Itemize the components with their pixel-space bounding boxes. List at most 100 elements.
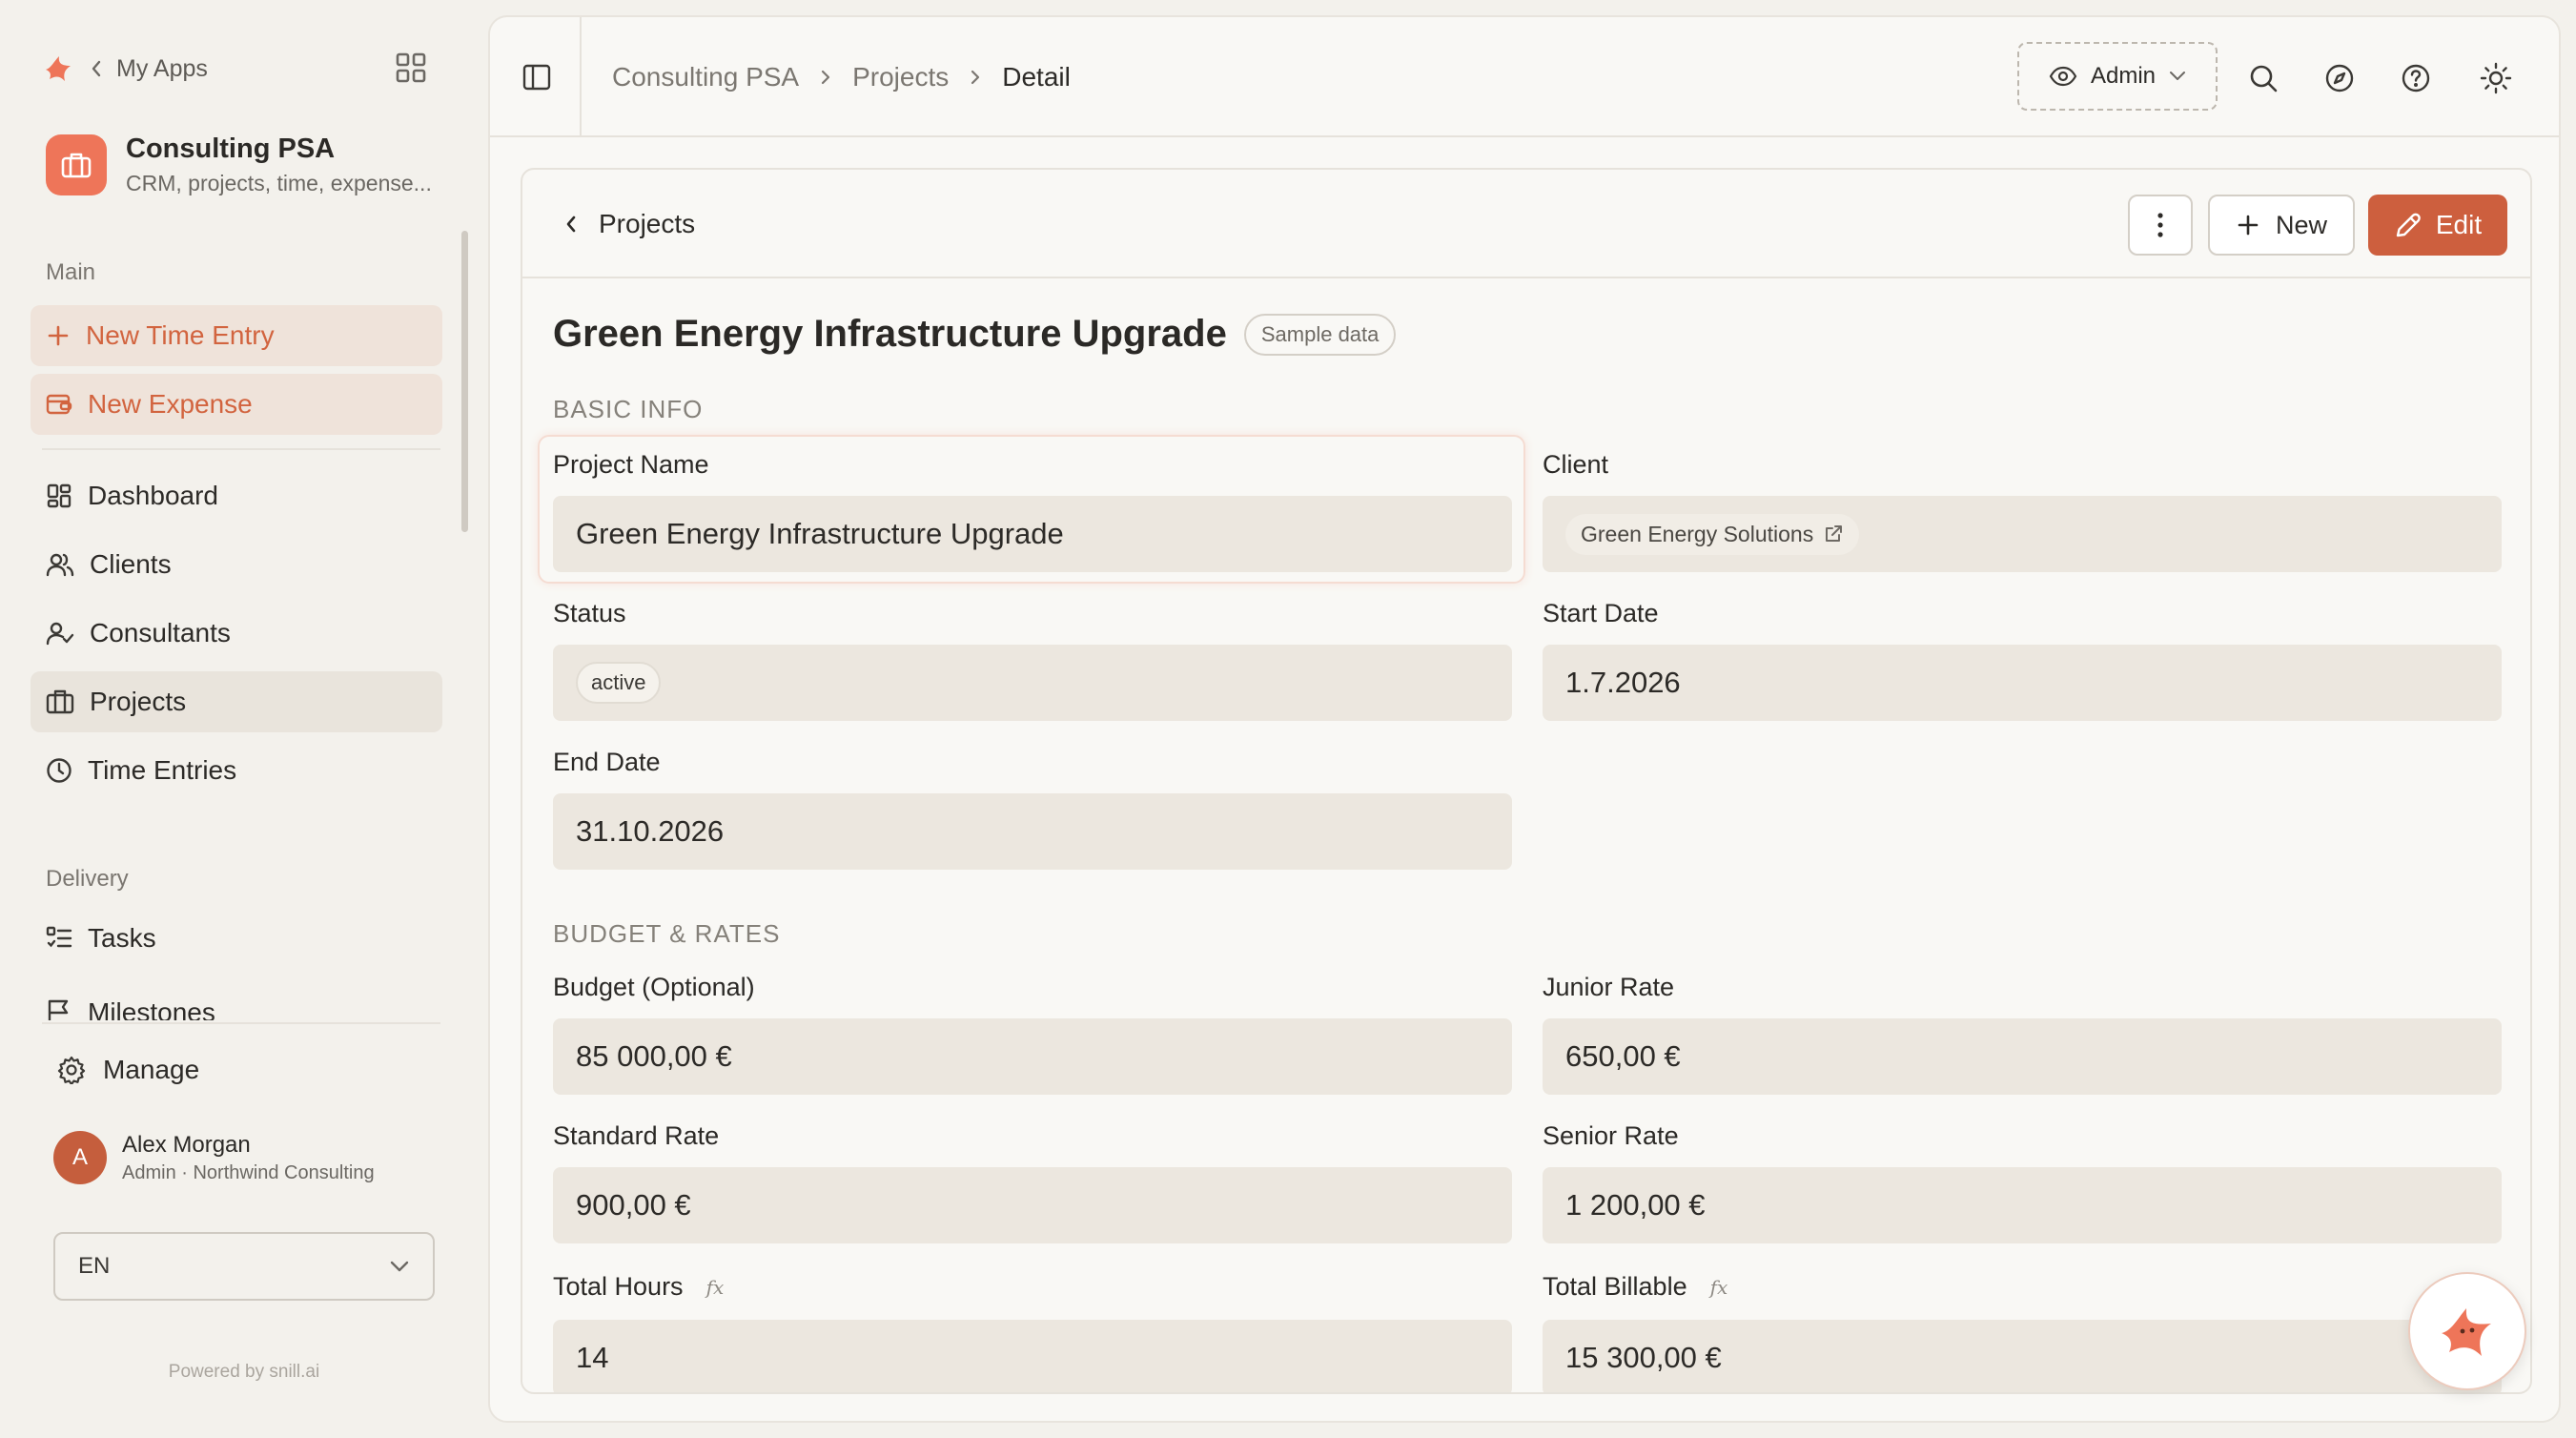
sidebar-scrollbar[interactable] (461, 231, 468, 532)
chevron-left-icon (90, 59, 103, 78)
budget-value: 85 000,00 € (576, 1039, 732, 1073)
breadcrumb-current: Detail (1002, 62, 1071, 92)
help-icon[interactable] (2397, 59, 2435, 97)
total-billable-value: 15 300,00 € (1565, 1341, 1722, 1374)
end-date-field[interactable]: 31.10.2026 (553, 793, 1512, 870)
plus-icon (46, 323, 71, 348)
client-link[interactable]: Green Energy Solutions (1565, 513, 1860, 555)
total-billable-label-row: Total Billable fx (1543, 1272, 1728, 1302)
more-options-button[interactable] (2128, 195, 2193, 256)
user-profile[interactable]: A Alex Morgan Admin · Northwind Consulti… (53, 1131, 375, 1184)
plus-icon (2236, 213, 2260, 237)
chevron-right-icon (970, 68, 981, 87)
sidebar-item-tasks[interactable]: Tasks (31, 908, 442, 969)
new-button[interactable]: New (2208, 195, 2355, 256)
project-name-label: Project Name (553, 450, 709, 479)
project-detail-card: Projects New Edit Green Energy Infrastru… (521, 168, 2532, 1394)
sidebar-divider (42, 1022, 440, 1024)
app-description: CRM, projects, time, expense... (126, 171, 432, 195)
sidebar-item-time-entries[interactable]: Time Entries (31, 740, 442, 801)
standard-rate-label: Standard Rate (553, 1121, 720, 1150)
standard-rate-field[interactable]: 900,00 € (553, 1167, 1512, 1243)
status-field[interactable]: active (553, 645, 1512, 721)
sidebar-item-dashboard[interactable]: Dashboard (31, 465, 442, 526)
grid-icon[interactable] (395, 51, 427, 84)
role-switcher-button[interactable]: Admin (2017, 42, 2218, 111)
title-row: Green Energy Infrastructure Upgrade Samp… (553, 313, 1397, 356)
back-label: Projects (599, 209, 696, 238)
section-main-label: Main (46, 259, 96, 285)
budget-field[interactable]: 85 000,00 € (553, 1018, 1512, 1095)
breadcrumb-app[interactable]: Consulting PSA (612, 62, 799, 92)
budget-label: Budget (Optional) (553, 973, 755, 1001)
chevron-right-icon (820, 68, 831, 87)
chevron-down-icon (2169, 71, 2186, 82)
chevron-down-icon (389, 1260, 410, 1273)
assistant-button[interactable] (2408, 1272, 2526, 1390)
senior-rate-value: 1 200,00 € (1565, 1188, 1706, 1222)
toolbar-divider (580, 17, 582, 137)
breadcrumb-projects[interactable]: Projects (852, 62, 949, 92)
main-panel: Consulting PSA Projects Detail Admin Pro… (488, 15, 2561, 1423)
total-hours-label-row: Total Hours fx (553, 1272, 724, 1302)
section-delivery-label: Delivery (46, 866, 129, 892)
total-hours-field: 14 (553, 1320, 1512, 1392)
my-apps-label: My Apps (116, 54, 208, 82)
edit-label: Edit (2435, 210, 2483, 239)
client-field[interactable]: Green Energy Solutions (1543, 496, 2502, 572)
sidebar-item-label: Time Entries (88, 755, 237, 785)
sun-icon[interactable] (2477, 59, 2515, 97)
status-label: Status (553, 599, 626, 627)
status-badge: active (576, 662, 662, 704)
snill-logo-icon (42, 54, 76, 83)
search-icon[interactable] (2244, 59, 2282, 97)
manage-label: Manage (103, 1055, 200, 1084)
project-name-value: Green Energy Infrastructure Upgrade (576, 517, 1064, 550)
new-time-entry-button[interactable]: New Time Entry (31, 305, 442, 366)
manage-button[interactable]: Manage (57, 1049, 199, 1091)
junior-rate-field[interactable]: 650,00 € (1543, 1018, 2502, 1095)
junior-rate-value: 650,00 € (1565, 1039, 1681, 1073)
user-role: Admin · Northwind Consulting (122, 1161, 375, 1183)
new-label: New (2275, 210, 2327, 239)
clock-icon (46, 757, 72, 784)
start-date-label: Start Date (1543, 599, 1659, 627)
my-apps-link[interactable]: My Apps (42, 48, 208, 90)
sidebar-item-projects[interactable]: Projects (31, 671, 442, 732)
breadcrumb: Consulting PSA Projects Detail (612, 55, 1071, 99)
senior-rate-label: Senior Rate (1543, 1121, 1679, 1150)
back-to-projects-link[interactable]: Projects (564, 202, 695, 246)
role-label: Admin (2090, 63, 2157, 89)
app-name: Consulting PSA (126, 134, 336, 164)
edit-button[interactable]: Edit (2368, 195, 2507, 256)
project-name-field[interactable]: Green Energy Infrastructure Upgrade (553, 496, 1512, 572)
external-link-icon (1823, 524, 1844, 544)
sidebar-item-milestones[interactable]: Milestones (31, 992, 442, 1020)
receipt-icon (46, 392, 72, 417)
list-checks-icon (46, 925, 72, 952)
sample-data-badge: Sample data (1243, 313, 1397, 356)
snill-mascot-icon (2434, 1303, 2501, 1360)
total-billable-label: Total Billable (1543, 1272, 1687, 1301)
language-select[interactable]: EN (53, 1232, 435, 1301)
senior-rate-field[interactable]: 1 200,00 € (1543, 1167, 2502, 1243)
card-header: Projects New Edit (522, 170, 2530, 278)
powered-by-text: Powered by snill.ai (168, 1362, 320, 1382)
start-date-field[interactable]: 1.7.2026 (1543, 645, 2502, 721)
client-label: Client (1543, 450, 1609, 479)
formula-marker: fx (705, 1275, 725, 1299)
sidebar-item-clients[interactable]: Clients (31, 534, 442, 595)
sidebar-item-label: Milestones (88, 997, 215, 1020)
new-expense-button[interactable]: New Expense (31, 374, 442, 435)
sidebar-item-consultants[interactable]: Consultants (31, 603, 442, 664)
total-hours-label: Total Hours (553, 1272, 684, 1301)
page-title: Green Energy Infrastructure Upgrade (553, 313, 1227, 355)
sidebar-item-label: Consultants (90, 618, 231, 647)
compass-icon[interactable] (2320, 59, 2359, 97)
more-vertical-icon (2157, 211, 2164, 239)
sidebar-toggle-icon[interactable] (522, 63, 551, 92)
users-icon (46, 551, 74, 578)
user-name: Alex Morgan (122, 1131, 251, 1158)
flag-icon (46, 997, 72, 1020)
total-billable-field: 15 300,00 € (1543, 1320, 2502, 1392)
